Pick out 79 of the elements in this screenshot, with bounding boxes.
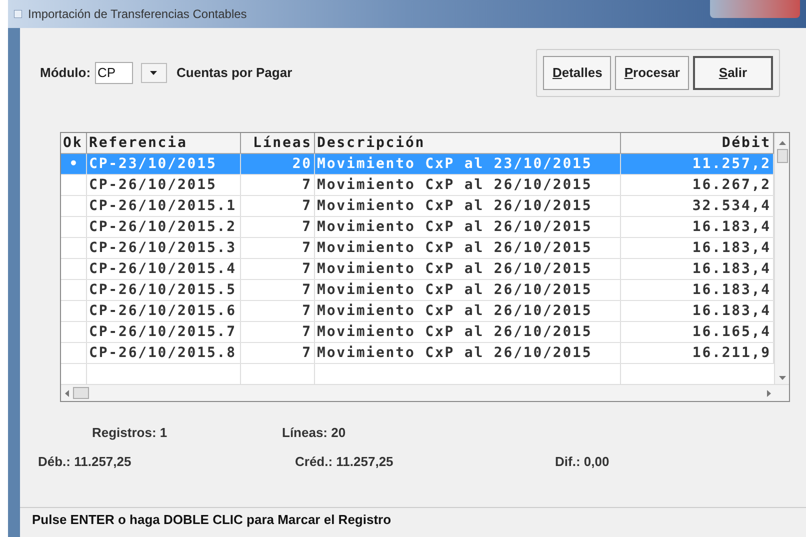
table-cell: CP-26/10/2015.6 — [89, 303, 236, 319]
table-cell: Movimiento CxP al 23/10/2015 — [317, 156, 592, 172]
table-row[interactable]: CP-26/10/2015.1 7 Movimiento CxP al 26/10/2015 32.534,4 — [61, 196, 774, 217]
table-cell: Movimiento CxP al 26/10/2015 — [317, 282, 592, 298]
table-cell: 16.183,4 — [692, 219, 771, 235]
table-cell: Movimiento CxP al 26/10/2015 — [317, 240, 592, 256]
table-cell: 16.211,9 — [692, 345, 771, 361]
table-cell: Movimiento CxP al 26/10/2015 — [317, 177, 592, 193]
table-cell: 11.257,2 — [692, 156, 771, 172]
table-cell: 7 — [302, 198, 312, 214]
table-cell: CP-26/10/2015.8 — [89, 345, 236, 361]
table-row[interactable]: CP-26/10/2015.8 7 Movimiento CxP al 26/10/2015 16.211,9 — [61, 343, 774, 364]
column-header[interactable]: Líneas — [241, 133, 315, 153]
table-row[interactable]: CP-26/10/2015.2 7 Movimiento CxP al 26/10/2015 16.183,4 — [61, 217, 774, 238]
table-row[interactable]: CP-26/10/2015.4 7 Movimiento CxP al 26/10/2015 16.183,4 — [61, 259, 774, 280]
column-header[interactable]: Ok — [61, 133, 87, 153]
row-marker: • — [69, 156, 78, 172]
table-cell: 32.534,4 — [692, 198, 771, 214]
window-title: Importación de Transferencias Contables — [28, 6, 247, 23]
table-row[interactable]: CP-26/10/2015.3 7 Movimiento CxP al 26/10/2015 16.183,4 — [61, 238, 774, 259]
table-cell: CP-23/10/2015 — [89, 156, 217, 172]
table-cell: 16.183,4 — [692, 303, 771, 319]
table-cell: 16.183,4 — [692, 240, 771, 256]
scroll-thumb[interactable] — [776, 149, 788, 163]
table-cell: CP-26/10/2015.1 — [89, 198, 236, 214]
table-cell: 16.183,4 — [692, 261, 771, 277]
table-row[interactable]: CP-26/10/2015.7 7 Movimiento CxP al 26/10/2015 16.165,4 — [61, 322, 774, 343]
table-cell: 16.183,4 — [692, 282, 771, 298]
table-cell: CP-26/10/2015.4 — [89, 261, 236, 277]
caret-icon — [150, 71, 158, 75]
toolbar-button[interactable]: Detalles — [543, 56, 612, 90]
table-row[interactable]: CP-26/10/2015.6 7 Movimiento CxP al 26/10/2015 16.183,4 — [61, 301, 774, 322]
table-cell: Movimiento CxP al 26/10/2015 — [317, 345, 592, 361]
dropdown-button[interactable] — [140, 63, 167, 83]
lines-count: Líneas: 20 — [282, 424, 346, 442]
scroll-up-icon — [778, 141, 786, 145]
column-header[interactable]: Referencia — [87, 133, 241, 153]
table-cell: Movimiento CxP al 26/10/2015 — [317, 261, 592, 277]
table-cell: Movimiento CxP al 26/10/2015 — [317, 198, 592, 214]
table-cell: 16.165,4 — [692, 324, 771, 340]
credit-total: Créd.: 11.257,25 — [295, 453, 394, 472]
records-count: Registros: 1 — [92, 424, 168, 442]
column-header[interactable]: Descripción — [315, 133, 621, 153]
table-cell: CP-26/10/2015.7 — [89, 324, 236, 340]
table-cell: 7 — [302, 261, 312, 277]
window-controls[interactable] — [710, 0, 800, 18]
table-row[interactable]: CP-26/10/2015.5 7 Movimiento CxP al 26/10/2015 16.183,4 — [61, 280, 774, 301]
table-row[interactable]: CP-26/10/2015 7 Movimiento CxP al 26/10/2015 16.267,2 — [61, 175, 774, 196]
toolbar-button[interactable]: Procesar — [615, 56, 689, 90]
module-combo[interactable]: CP — [94, 61, 167, 85]
debit-total: Déb.: 11.257,25 — [38, 453, 132, 472]
table-cell: 7 — [302, 240, 312, 256]
table-cell: Movimiento CxP al 26/10/2015 — [317, 324, 592, 340]
vertical-scrollbar[interactable] — [774, 133, 789, 384]
toolbar-button[interactable]: Salir — [693, 56, 773, 90]
table-cell: 7 — [302, 219, 312, 235]
table-cell: 7 — [302, 345, 312, 361]
scroll-thumb[interactable] — [73, 387, 89, 399]
table-cell: 16.267,2 — [692, 177, 771, 193]
table-cell: 7 — [302, 324, 312, 340]
table-cell: CP-26/10/2015.5 — [89, 282, 236, 298]
scroll-right-icon — [767, 390, 771, 396]
difference-total: Dif.: 0,00 — [555, 453, 610, 472]
module-name: Cuentas por Pagar — [176, 64, 292, 82]
horizontal-scrollbar[interactable] — [61, 384, 789, 401]
table-cell: CP-26/10/2015.3 — [89, 240, 236, 256]
app-icon — [14, 10, 22, 18]
table-cell: 20 — [292, 156, 312, 172]
table-cell: Movimiento CxP al 26/10/2015 — [317, 219, 592, 235]
table-cell: 7 — [302, 282, 312, 298]
scroll-left-icon — [65, 390, 69, 396]
module-label: Módulo: — [40, 64, 91, 82]
scroll-down-icon — [778, 376, 786, 380]
table-cell: CP-26/10/2015 — [89, 177, 217, 193]
table-cell: 7 — [302, 303, 312, 319]
table-cell: CP-26/10/2015.2 — [89, 219, 236, 235]
table-cell: Movimiento CxP al 26/10/2015 — [317, 303, 592, 319]
table-cell: 7 — [302, 177, 312, 193]
status-text: Pulse ENTER o haga DOBLE CLIC para Marcar el Registro — [32, 510, 392, 529]
